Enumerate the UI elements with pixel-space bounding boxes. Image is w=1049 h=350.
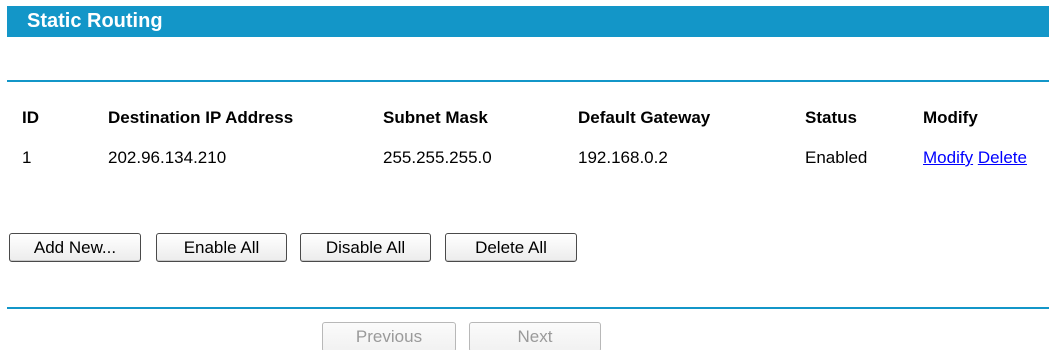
cell-id: 1: [22, 148, 32, 167]
add-new-button[interactable]: Add New...: [9, 233, 141, 262]
column-header-id: ID: [22, 108, 39, 127]
column-header-modify: Modify: [923, 108, 978, 127]
delete-link[interactable]: Delete: [978, 148, 1027, 167]
cell-gateway: 192.168.0.2: [578, 148, 668, 167]
static-routing-page: Static Routing ID Destination IP Address…: [0, 0, 1049, 350]
column-header-gateway: Default Gateway: [578, 108, 711, 127]
column-header-destination: Destination IP Address: [108, 108, 294, 127]
cell-modify-actions: Modify Delete: [923, 148, 1027, 168]
bottom-divider: [7, 307, 1049, 309]
cell-destination: 202.96.134.210: [108, 148, 227, 167]
cell-status: Enabled: [805, 148, 868, 167]
next-button[interactable]: Next: [469, 322, 601, 350]
disable-all-button[interactable]: Disable All: [300, 233, 431, 262]
enable-all-button[interactable]: Enable All: [156, 233, 287, 262]
previous-button[interactable]: Previous: [322, 322, 456, 350]
page-title: Static Routing: [27, 10, 163, 32]
column-header-subnet-mask: Subnet Mask: [383, 108, 488, 127]
title-bar: Static Routing: [7, 6, 1049, 37]
modify-link[interactable]: Modify: [923, 148, 973, 167]
cell-subnet-mask: 255.255.255.0: [383, 148, 492, 167]
delete-all-button[interactable]: Delete All: [445, 233, 577, 262]
top-divider: [7, 80, 1049, 82]
column-header-status: Status: [805, 108, 857, 127]
